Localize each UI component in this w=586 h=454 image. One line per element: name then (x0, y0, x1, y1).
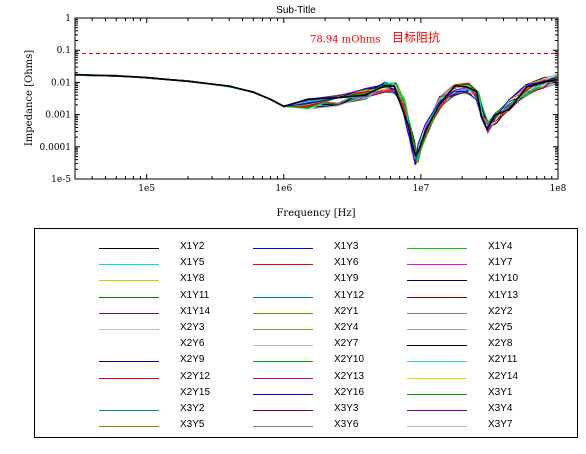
legend-label: X1Y10 (488, 273, 519, 285)
legend-swatch (99, 312, 159, 314)
legend-label: X1Y2 (180, 241, 205, 252)
legend-label: X1Y5 (180, 257, 205, 269)
y-tick-label: 0.0001 (40, 143, 72, 153)
x-tick-label: 1e6 (275, 184, 292, 194)
legend-label: X2Y11 (488, 354, 518, 366)
legend-swatch (99, 280, 159, 282)
x-tick-label: 1e8 (550, 184, 567, 194)
legend-label: X2Y8 (488, 338, 513, 350)
impedance-curves (74, 73, 559, 166)
target-impedance: 78.94 mOhms 目标阻抗 (75, 30, 558, 55)
legend-swatch (407, 410, 467, 411)
legend-label: X2Y5 (488, 322, 513, 333)
y-tick-label: 0.01 (51, 78, 71, 88)
chart-title: Sub-Title (276, 5, 316, 16)
legend-swatch (407, 248, 467, 249)
legend-label: X1Y12 (334, 289, 365, 301)
x-tick-label: 1e5 (138, 184, 155, 194)
legend-label: X2Y3 (180, 322, 205, 333)
legend-label: X1Y6 (334, 257, 359, 269)
legend-label: X3Y1 (488, 386, 513, 398)
legend-label: X2Y16 (334, 386, 365, 398)
legend-swatch (407, 296, 467, 298)
legend-label: X1Y7 (488, 257, 513, 269)
legend-label: X3Y2 (180, 403, 205, 414)
legend-label: X3Y4 (488, 403, 513, 414)
legend-swatch (253, 248, 313, 249)
legend-label: X2Y12 (180, 370, 211, 382)
y-tick-label: 1 (65, 14, 71, 24)
legend-label: X1Y14 (180, 305, 211, 317)
legend-swatch (253, 361, 313, 363)
x-tick-label: 1e7 (413, 184, 430, 194)
legend-swatch (99, 345, 159, 347)
legend-swatch (99, 393, 159, 395)
x-axis-label: Frequency [Hz] (276, 208, 355, 219)
legend-label: X1Y3 (334, 241, 359, 252)
legend-label: X1Y9 (334, 273, 359, 285)
legend-swatch (99, 329, 159, 330)
legend-label: X3Y3 (334, 403, 359, 414)
legend-swatch (99, 377, 159, 379)
legend-swatch (253, 345, 313, 347)
legend-label: X2Y2 (488, 305, 513, 317)
legend-swatch (407, 280, 467, 282)
legend-swatch (253, 296, 313, 298)
legend-label: X1Y4 (488, 241, 513, 252)
legend-swatch (407, 312, 467, 314)
legend-swatch (253, 312, 313, 314)
impedance-chart: Sub-Title 78.94 mOhms 目标阻抗 1e5 1e6 1e7 1e8 1 0… (24, 5, 567, 219)
legend-label: X2Y1 (334, 305, 359, 317)
legend-swatch (99, 410, 159, 411)
legend-label: X2Y15 (180, 386, 211, 398)
legend-label: X3Y5 (180, 419, 205, 431)
legend-label: X2Y9 (180, 354, 205, 366)
y-tick-label: 0.001 (45, 111, 71, 121)
y-tick-label: 0.1 (57, 46, 71, 56)
legend-label: X2Y10 (334, 354, 365, 366)
legend-swatch (407, 393, 467, 395)
legend-swatch (99, 361, 159, 363)
target-cn-label: 目标阻抗 (392, 30, 440, 45)
legend-label: X1Y13 (488, 289, 519, 301)
legend-swatch (99, 264, 159, 266)
legend-swatch (407, 329, 467, 330)
legend-swatch (99, 248, 159, 249)
legend-label: X2Y6 (180, 338, 205, 350)
legend-swatch (253, 264, 313, 266)
legend-label: X1Y11 (180, 289, 210, 301)
legend-label: X3Y7 (488, 419, 513, 431)
y-axis-label: Impedance [Ohms] (24, 50, 35, 146)
legend-label: X2Y4 (334, 322, 359, 333)
legend-swatch (407, 426, 467, 428)
legend-label: X2Y13 (334, 370, 365, 382)
legend-swatch (253, 329, 313, 330)
legend-swatch (253, 393, 313, 395)
legend-swatch (407, 377, 467, 379)
legend-swatch (253, 377, 313, 379)
legend-swatch (253, 410, 313, 411)
legend-swatch (99, 296, 159, 298)
legend-label: X2Y14 (488, 370, 519, 382)
legend-label: X2Y7 (334, 338, 359, 350)
legend-swatch (407, 361, 467, 363)
legend: X1Y2 X1Y3 X1Y4 X1Y5 X1Y6 X1Y7 X1Y8 X1Y9 X1Y10 X1Y… (34, 228, 578, 438)
legend-swatch (253, 280, 313, 282)
legend-swatch (407, 345, 467, 347)
legend-swatch (253, 426, 313, 428)
legend-swatch (99, 426, 159, 428)
legend-label: X3Y6 (334, 419, 359, 431)
target-value-label: 78.94 mOhms (310, 35, 381, 46)
y-tick-label: 1e-5 (51, 175, 71, 185)
legend-label: X1Y8 (180, 273, 205, 285)
legend-swatch (407, 264, 467, 266)
